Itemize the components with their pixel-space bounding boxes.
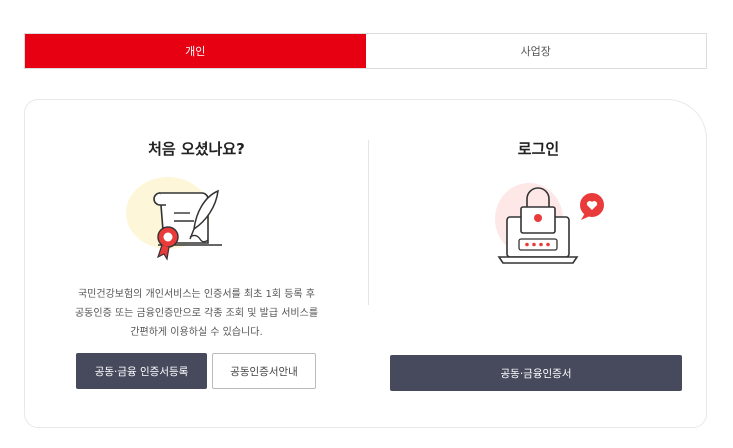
first-visit-description: 국민건강보험의 개인서비스는 인증서를 최초 1회 등록 후 공동인증 또는 금… xyxy=(45,285,348,342)
tab-personal[interactable]: 개인 xyxy=(25,34,366,68)
first-visit-title: 처음 오셨나요? xyxy=(148,140,245,158)
certificate-guide-button[interactable]: 공동인증서안내 xyxy=(212,353,316,389)
first-visit-section: 처음 오셨나요? 국민건강보험의 개인서비스는 인증서를 최초 1회 등록 후 … xyxy=(25,100,368,427)
tab-business[interactable]: 사업장 xyxy=(365,34,706,68)
description-line: 국민건강보험의 개인서비스는 인증서를 최초 1회 등록 후 xyxy=(77,289,316,300)
certificate-login-button[interactable]: 공동·금융인증서 xyxy=(390,355,682,391)
user-type-tabs: 개인 사업장 xyxy=(24,33,707,69)
register-certificate-button[interactable]: 공동·금융 인증서등록 xyxy=(76,353,207,389)
certificate-scroll-icon xyxy=(120,173,240,263)
description-line: 간편하게 이용하실 수 있습니다. xyxy=(130,327,263,338)
description-line: 공동인증 또는 금융인증만으로 각종 조회 및 발급 서비스를 xyxy=(74,308,319,319)
login-title: 로그인 xyxy=(517,140,560,158)
login-section: 로그인 공동·금융인증서 xyxy=(369,100,708,427)
auth-card: 처음 오셨나요? 국민건강보험의 개인서비스는 인증서를 최초 1회 등록 후 … xyxy=(24,99,707,428)
laptop-lock-icon xyxy=(479,177,629,267)
